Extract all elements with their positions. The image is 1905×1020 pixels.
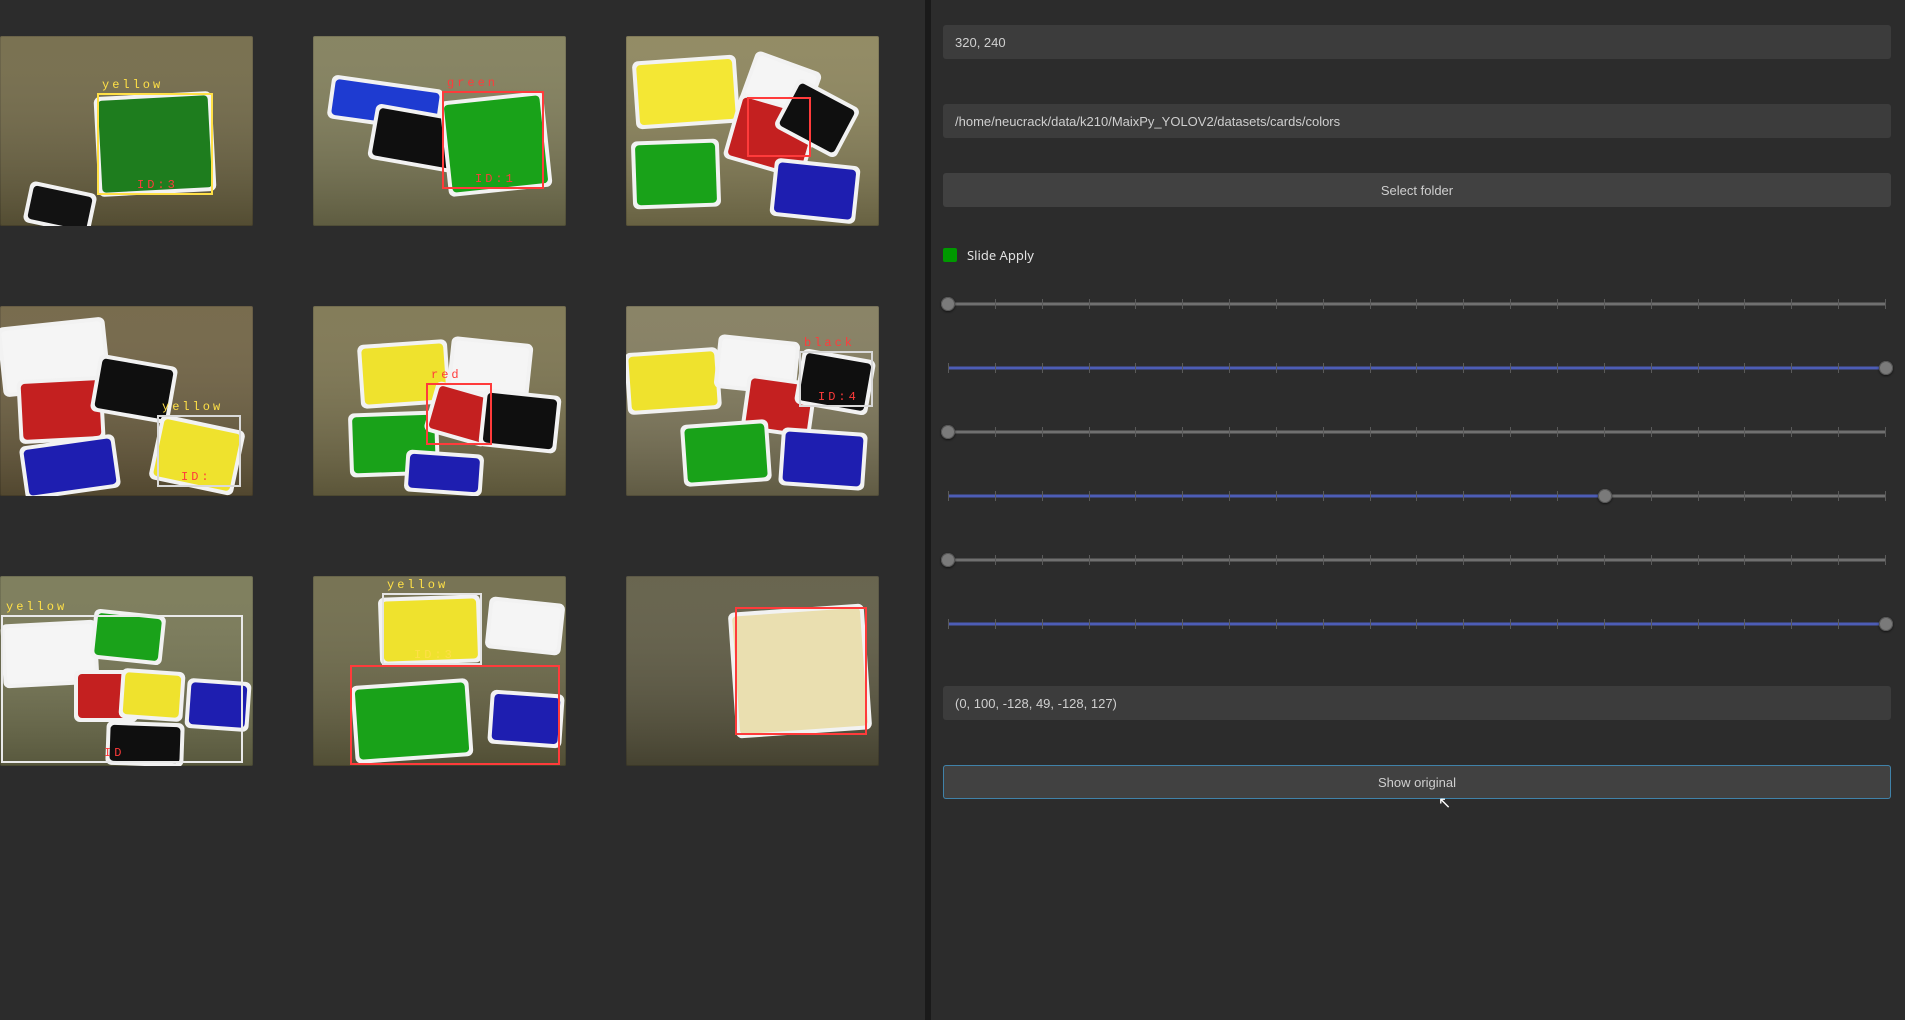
svg-text:ID:1: ID:1: [475, 172, 516, 186]
threshold-slider-3[interactable]: [943, 489, 1891, 503]
svg-text:ID:3: ID:3: [414, 648, 455, 662]
thumbnail[interactable]: red: [313, 306, 566, 496]
threshold-slider-1[interactable]: [943, 361, 1891, 375]
threshold-slider-2[interactable]: [943, 425, 1891, 439]
threshold-slider-5[interactable]: [943, 617, 1891, 631]
threshold-slider-0[interactable]: [943, 297, 1891, 311]
show-original-button[interactable]: Show original: [943, 765, 1891, 799]
svg-text:green: green: [447, 76, 498, 90]
side-panel: Select folder Slide Apply Show original …: [931, 0, 1905, 1020]
checkbox-icon: [943, 248, 957, 262]
thumbnail[interactable]: yellow ID:3: [313, 576, 566, 766]
slide-apply-label: Slide Apply: [967, 246, 1034, 264]
select-folder-button[interactable]: Select folder: [943, 173, 1891, 207]
svg-text:yellow: yellow: [6, 600, 67, 614]
svg-text:black: black: [804, 336, 855, 350]
thumbnail[interactable]: yellow ID:: [0, 306, 253, 496]
lab-threshold-sliders: [943, 297, 1891, 631]
svg-text:red: red: [431, 368, 462, 382]
thumbnail[interactable]: yellow ID:3: [0, 36, 253, 226]
svg-text:yellow: yellow: [162, 400, 223, 414]
svg-text:ID: ID: [104, 746, 124, 760]
thumbnail[interactable]: yellow ID: [0, 576, 253, 766]
thumbnail-grid: yellow ID:3 green ID:1 yellow ID: red black ID:4…: [0, 0, 925, 802]
folder-path-input[interactable]: [943, 104, 1891, 138]
svg-text:ID:: ID:: [181, 470, 212, 484]
thresholds-input[interactable]: [943, 686, 1891, 720]
thumbnail[interactable]: [626, 576, 879, 766]
threshold-slider-4[interactable]: [943, 553, 1891, 567]
svg-text:ID:4: ID:4: [818, 390, 859, 404]
thumbnail[interactable]: black ID:4: [626, 306, 879, 496]
thumbnail[interactable]: [626, 36, 879, 226]
svg-text:ID:3: ID:3: [137, 178, 178, 192]
slide-apply-checkbox[interactable]: Slide Apply: [943, 246, 1891, 264]
size-input[interactable]: [943, 25, 1891, 59]
svg-text:yellow: yellow: [387, 578, 448, 592]
svg-text:yellow: yellow: [102, 78, 163, 92]
thumbnail[interactable]: green ID:1: [313, 36, 566, 226]
